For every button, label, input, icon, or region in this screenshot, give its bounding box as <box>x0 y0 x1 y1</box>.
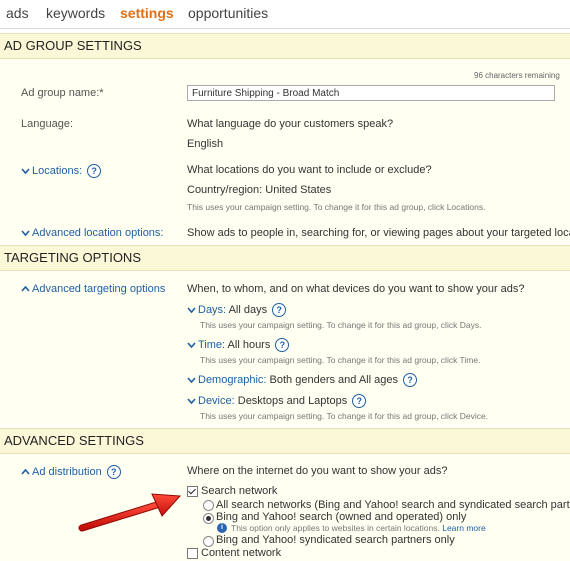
chevron-down-icon <box>187 341 196 350</box>
help-icon[interactable]: ? <box>106 465 121 479</box>
advanced-location-text: Show ads to people in, searching for, or… <box>187 227 570 239</box>
radio-syndicated-partners-label: Bing and Yahoo! syndicated search partne… <box>216 534 455 546</box>
locations-question: What locations do you want to include or… <box>187 164 432 176</box>
demographic-value: Both genders and All ages <box>269 373 398 386</box>
targeting-options-header: TARGETING OPTIONS <box>0 245 570 271</box>
info-icon: i <box>217 523 227 533</box>
advanced-location-label[interactable]: Advanced location options: <box>32 227 163 239</box>
radio-syndicated-partners[interactable] <box>203 536 214 547</box>
radio-owned-operated-label: Bing and Yahoo! search (owned and operat… <box>216 511 467 523</box>
days-hint: This uses your campaign setting. To chan… <box>200 320 482 330</box>
ad-distribution-label[interactable]: Ad distribution <box>32 466 102 478</box>
advanced-targeting-label[interactable]: Advanced targeting options <box>32 283 165 295</box>
time-link[interactable]: Time: <box>198 339 225 351</box>
chevron-down-icon <box>21 167 30 176</box>
content-network-checkbox[interactable] <box>187 548 198 559</box>
language-label: Language: <box>21 118 73 130</box>
language-value: English <box>187 138 224 150</box>
search-network-label: Search network <box>201 485 278 497</box>
help-icon[interactable]: ? <box>87 164 102 178</box>
radio-all-search-networks-label: All search networks (Bing and Yahoo! sea… <box>216 499 570 511</box>
locations-label[interactable]: Locations: <box>32 165 82 177</box>
tab-ads[interactable]: ads <box>6 5 29 21</box>
language-question: What language do your customers speak? <box>187 118 394 130</box>
time-value: All hours <box>227 338 271 351</box>
ad-group-name-label: Ad group name:* <box>21 87 104 99</box>
advanced-targeting-toggle[interactable]: Advanced targeting options <box>21 283 165 295</box>
locations-value: Country/region: United States <box>187 184 332 196</box>
section-title: AD GROUP SETTINGS <box>4 38 142 53</box>
learn-more-link[interactable]: Learn more <box>442 523 485 533</box>
red-arrow-annotation <box>78 493 182 532</box>
char-remaining: 96 characters remaining <box>474 71 560 80</box>
chevron-down-icon <box>187 397 196 406</box>
days-link[interactable]: Days: <box>198 304 226 316</box>
chevron-down-icon <box>21 229 30 238</box>
chevron-down-icon <box>187 306 196 315</box>
radio-owned-operated[interactable] <box>203 513 214 524</box>
tab-keywords[interactable]: keywords <box>46 5 105 21</box>
help-icon[interactable]: ? <box>272 303 287 317</box>
tab-settings[interactable]: settings <box>120 5 174 21</box>
radio-all-search-networks[interactable] <box>203 500 214 511</box>
device-link[interactable]: Device: <box>198 395 235 407</box>
days-row: Days: All days? <box>187 303 287 317</box>
time-hint: This uses your campaign setting. To chan… <box>200 355 481 365</box>
section-title: ADVANCED SETTINGS <box>4 433 144 448</box>
help-icon[interactable]: ? <box>275 338 290 352</box>
chevron-down-icon <box>187 376 196 385</box>
distribution-question: Where on the internet do you want to sho… <box>187 465 448 477</box>
search-network-checkbox[interactable] <box>187 486 198 497</box>
help-icon[interactable]: ? <box>402 373 417 387</box>
locations-toggle[interactable]: Locations:? <box>21 164 102 178</box>
note-text: This option only applies to websites in … <box>231 523 440 533</box>
tab-opportunities[interactable]: opportunities <box>188 5 268 21</box>
device-row: Device: Desktops and Laptops? <box>187 394 367 408</box>
locations-hint: This uses your campaign setting. To chan… <box>187 202 486 212</box>
content-network-label: Content network <box>201 547 282 559</box>
help-icon[interactable]: ? <box>352 394 367 408</box>
tab-bar: ads keywords settings opportunities <box>0 0 570 29</box>
ad-group-name-input[interactable]: Furniture Shipping - Broad Match <box>187 85 555 101</box>
device-hint: This uses your campaign setting. To chan… <box>200 411 489 421</box>
ad-distribution-toggle[interactable]: Ad distribution? <box>21 465 121 479</box>
device-value: Desktops and Laptops <box>237 394 348 407</box>
targeting-question: When, to whom, and on what devices do yo… <box>187 283 525 295</box>
demographic-row: Demographic: Both genders and All ages? <box>187 373 417 387</box>
advanced-location-toggle[interactable]: Advanced location options: <box>21 227 163 239</box>
ad-group-settings-header: AD GROUP SETTINGS <box>0 33 570 59</box>
chevron-up-icon <box>21 285 30 294</box>
days-value: All days <box>228 303 268 316</box>
time-row: Time: All hours? <box>187 338 290 352</box>
advanced-settings-header: ADVANCED SETTINGS <box>0 428 570 454</box>
chevron-up-icon <box>21 468 30 477</box>
section-title: TARGETING OPTIONS <box>4 250 141 265</box>
owned-operated-note: This option only applies to websites in … <box>231 523 486 533</box>
demographic-link[interactable]: Demographic: <box>198 374 266 386</box>
